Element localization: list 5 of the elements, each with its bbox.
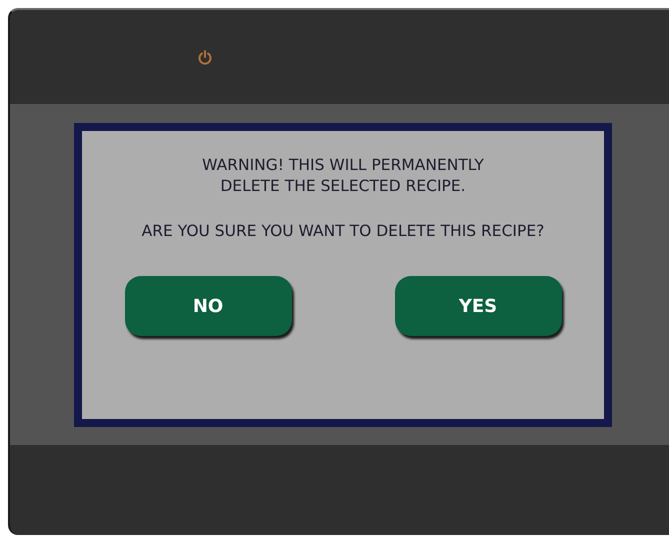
cancel-button[interactable]: NO [124, 276, 292, 336]
power-icon[interactable] [198, 50, 212, 64]
question-text: ARE YOU SURE YOU WANT TO DELETE THIS RECIPE? [142, 222, 544, 240]
warning-text: WARNING! THIS WILL PERMANENTLY DELETE THE SELECTED RECIPE. [202, 155, 484, 197]
confirm-button[interactable]: YES [394, 276, 562, 336]
